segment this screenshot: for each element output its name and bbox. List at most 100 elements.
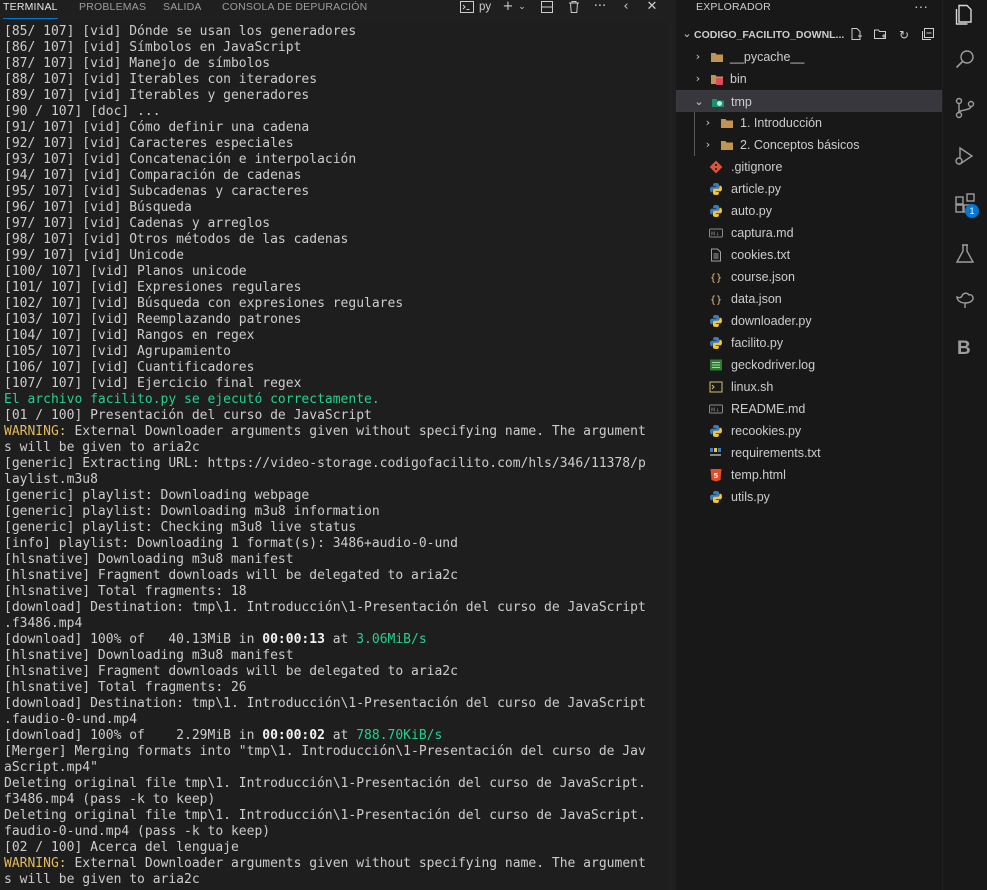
terminal-line-text: [106/ 107] [vid] Cuantificadores bbox=[4, 360, 255, 375]
terminal-line: [89/ 107] [vid] Iterables y generadores bbox=[4, 88, 666, 104]
b-extension-icon[interactable]: B bbox=[957, 338, 971, 360]
terminal-line: [download] 100% of 2.29MiB in 00:00:02 a… bbox=[4, 728, 666, 744]
terminal-line-text: [104/ 107] [vid] Rangos en regex bbox=[4, 328, 255, 343]
explorer-file-row[interactable]: {} course.json bbox=[676, 266, 942, 288]
tab-salida[interactable]: SALIDA bbox=[163, 0, 202, 18]
source-control-icon[interactable] bbox=[953, 96, 977, 120]
chevron-left-icon[interactable]: ‹ bbox=[618, 0, 634, 16]
explorer-file-row[interactable]: cookies.txt bbox=[676, 244, 942, 266]
tab-terminal[interactable]: TERMINAL bbox=[3, 0, 58, 19]
explorer-folder-row[interactable]: › 2. Conceptos básicos bbox=[676, 134, 942, 156]
split-icon[interactable] bbox=[539, 0, 555, 16]
tab-problemas[interactable]: PROBLEMAS bbox=[79, 0, 146, 18]
terminal-line-text: [download] Destination: tmp\1. Introducc… bbox=[4, 600, 646, 615]
explorer-file-row[interactable]: geckodriver.log bbox=[676, 354, 942, 376]
new-folder-icon[interactable] bbox=[872, 27, 888, 43]
chevron-down-icon[interactable]: ⌄ bbox=[680, 27, 694, 41]
python-icon bbox=[709, 314, 723, 328]
terminal-line-text: [generic] Extracting URL: https://video-… bbox=[4, 456, 646, 471]
folder-icon bbox=[720, 138, 734, 152]
explorer-file-row[interactable]: auto.py bbox=[676, 200, 942, 222]
tree-item-label: README.md bbox=[731, 402, 806, 416]
terminal-line: Deleting original file tmp\1. Introducci… bbox=[4, 776, 666, 792]
more-icon[interactable]: ··· bbox=[914, 0, 928, 14]
explorer-folder-row[interactable]: › __pycache__ bbox=[676, 46, 942, 68]
explorer-file-row[interactable]: downloader.py bbox=[676, 310, 942, 332]
files-icon[interactable] bbox=[953, 2, 977, 26]
terminal-line-text: [102/ 107] [vid] Búsqueda con expresione… bbox=[4, 296, 404, 311]
testing-icon[interactable] bbox=[953, 242, 977, 266]
extensions-badge: 1 bbox=[965, 204, 979, 218]
explorer-file-row[interactable]: 5 temp.html bbox=[676, 464, 942, 486]
terminal-line: [download] Destination: tmp\1. Introducc… bbox=[4, 696, 666, 712]
explorer-file-row[interactable]: recookies.py bbox=[676, 420, 942, 442]
terminal-line-text: [101/ 107] [vid] Expresiones regulares bbox=[4, 280, 302, 295]
terminal-line: [102/ 107] [vid] Búsqueda con expresione… bbox=[4, 296, 666, 312]
new-file-icon[interactable] bbox=[848, 27, 864, 43]
explorer-file-row[interactable]: {} data.json bbox=[676, 288, 942, 310]
run-debug-icon[interactable] bbox=[953, 144, 977, 168]
chevron-right-icon[interactable]: › bbox=[702, 116, 714, 130]
explorer-file-row[interactable]: M↓ captura.md bbox=[676, 222, 942, 244]
python-icon bbox=[709, 204, 723, 218]
explorer-file-row[interactable]: article.py bbox=[676, 178, 942, 200]
terminal-line: [Merger] Merging formats into "tmp\1. In… bbox=[4, 744, 666, 760]
explorer-file-row[interactable]: M↓ README.md bbox=[676, 398, 942, 420]
tab-consola-depuracion[interactable]: CONSOLA DE DEPURACIÓN bbox=[222, 0, 367, 18]
requirements-icon bbox=[709, 446, 723, 460]
explorer-file-row[interactable]: utils.py bbox=[676, 486, 942, 508]
more-icon[interactable]: ··· bbox=[592, 0, 608, 16]
download-speed: 788.70KiB/s bbox=[356, 728, 443, 743]
explorer-file-row[interactable]: facilito.py bbox=[676, 332, 942, 354]
terminal-shell-label[interactable]: py bbox=[479, 0, 491, 16]
svg-text:{}: {} bbox=[710, 295, 722, 306]
remote-icon[interactable] bbox=[953, 288, 977, 312]
tree-item-label: linux.sh bbox=[731, 380, 774, 394]
terminal-line-text: [hlsnative] Fragment downloads will be d… bbox=[4, 568, 458, 583]
tree-item-label: tmp bbox=[731, 95, 752, 109]
explorer-folder-row[interactable]: ⌄ tmp bbox=[676, 90, 942, 112]
terminal-line: [generic] playlist: Downloading webpage bbox=[4, 488, 666, 504]
trash-icon[interactable] bbox=[566, 0, 582, 16]
python-icon bbox=[709, 182, 723, 196]
terminal-line: [101/ 107] [vid] Expresiones regulares bbox=[4, 280, 666, 296]
refresh-icon[interactable]: ↻ bbox=[896, 27, 912, 43]
terminal-line-text: [99/ 107] [vid] Unicode bbox=[4, 248, 185, 263]
close-icon[interactable]: ✕ bbox=[644, 0, 660, 16]
chevron-down-icon[interactable]: ⌄ bbox=[514, 0, 530, 16]
terminal-line-text: [91/ 107] [vid] Cómo definir una cadena bbox=[4, 120, 310, 135]
tree-item-label: captura.md bbox=[731, 226, 794, 240]
explorer-folder-row[interactable]: › 1. Introducción bbox=[676, 112, 942, 134]
explorer-file-row[interactable]: requirements.txt bbox=[676, 442, 942, 464]
terminal-icon[interactable] bbox=[459, 0, 475, 16]
terminal-line-text: laylist.m3u8 bbox=[4, 472, 98, 487]
chevron-right-icon[interactable]: › bbox=[692, 50, 704, 64]
tree-item-label: temp.html bbox=[731, 468, 786, 482]
terminal-line-text: [86/ 107] [vid] Símbolos en JavaScript bbox=[4, 40, 302, 55]
panel-tab-bar: TERMINAL PROBLEMAS SALIDA CONSOLA DE DEP… bbox=[0, 0, 668, 20]
chevron-down-icon[interactable]: ⌄ bbox=[693, 95, 705, 109]
terminal-line-text: [generic] playlist: Downloading m3u8 inf… bbox=[4, 504, 380, 519]
terminal-line: [95/ 107] [vid] Subcadenas y caracteres bbox=[4, 184, 666, 200]
terminal-line: Deleting original file tmp\1. Introducci… bbox=[4, 808, 666, 824]
svg-text:{}: {} bbox=[710, 273, 722, 284]
folder-icon bbox=[720, 116, 734, 130]
explorer-file-row[interactable]: .gitignore bbox=[676, 156, 942, 178]
collapse-all-icon[interactable] bbox=[920, 27, 936, 43]
terminal-line: [92/ 107] [vid] Caracteres especiales bbox=[4, 136, 666, 152]
chevron-right-icon[interactable]: › bbox=[692, 72, 704, 86]
terminal-line: [99/ 107] [vid] Unicode bbox=[4, 248, 666, 264]
tree-item-label: requirements.txt bbox=[731, 446, 821, 460]
chevron-right-icon[interactable]: › bbox=[702, 138, 714, 152]
search-icon[interactable] bbox=[953, 48, 977, 72]
terminal-line-text: [87/ 107] [vid] Manejo de símbolos bbox=[4, 56, 271, 71]
terminal-line-text: [Merger] Merging formats into "tmp\1. In… bbox=[4, 744, 646, 759]
terminal-line: WARNING: External Downloader arguments g… bbox=[4, 856, 666, 872]
explorer-folder-row[interactable]: › bin bbox=[676, 68, 942, 90]
activity-bar: 1 B bbox=[943, 0, 987, 890]
terminal-line: [94/ 107] [vid] Comparación de cadenas bbox=[4, 168, 666, 184]
explorer-file-row[interactable]: linux.sh bbox=[676, 376, 942, 398]
json-icon: {} bbox=[709, 270, 723, 284]
terminal-output[interactable]: [85/ 107] [vid] Dónde se usan los genera… bbox=[4, 24, 666, 888]
explorer-root-folder[interactable]: ⌄ CODIGO_FACILITO_DOWNL... ↻ bbox=[676, 24, 942, 46]
